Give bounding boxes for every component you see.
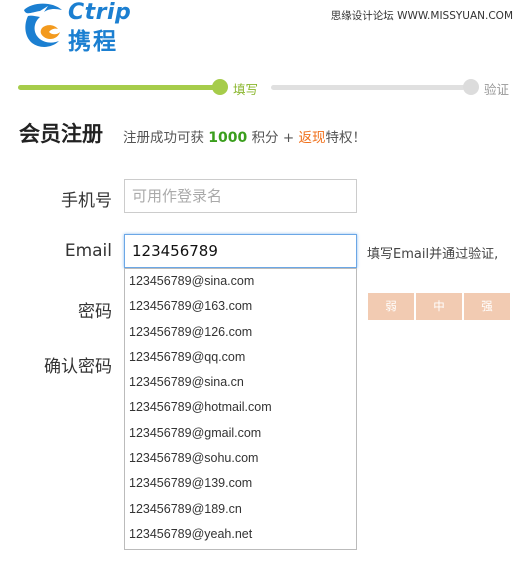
email-suggestion-item[interactable]: 123456789@yeah.net: [125, 522, 356, 547]
benefit-cashback-link[interactable]: 返现: [298, 130, 325, 146]
email-hint: 填写Email并通过验证,: [367, 247, 499, 262]
email-suggestion-item[interactable]: 123456789@sina.com: [125, 269, 356, 294]
benefit-points: 1000: [208, 130, 248, 146]
phone-label: 手机号: [61, 191, 112, 211]
step-marker-fill: [212, 79, 228, 95]
brand-name-cn: 携程: [68, 29, 118, 55]
strength-strong: 强: [464, 293, 510, 320]
benefit-suffix: 特权！: [325, 130, 366, 146]
page-title: 会员注册: [19, 122, 103, 146]
step-marker-verify: [463, 79, 479, 95]
email-suggestion-item[interactable]: 123456789@163.com: [125, 294, 356, 319]
confirm-password-label: 确认密码: [44, 357, 112, 377]
progress-bar-pending: [271, 85, 465, 90]
email-suggestion-item[interactable]: 123456789@hotmail.com: [125, 395, 356, 420]
watermark: 思缘设计论坛 WWW.MISSYUAN.COM: [330, 10, 513, 22]
registration-benefit-text: 注册成功可获 1000 积分 + 返现特权！: [123, 126, 366, 146]
dolphin-logo-icon: [24, 3, 62, 47]
step-label-fill: 填写: [233, 82, 259, 97]
benefit-mid: 积分 +: [251, 130, 295, 146]
email-suggestion-item[interactable]: 123456789@126.com: [125, 320, 356, 345]
email-suggestion-item[interactable]: 123456789@sohu.com: [125, 446, 356, 471]
benefit-prefix: 注册成功可获: [123, 130, 204, 146]
strength-weak: 弱: [368, 293, 414, 320]
phone-input[interactable]: 可用作登录名: [124, 179, 357, 213]
email-suggestion-item[interactable]: 123456789@gmail.com: [125, 421, 356, 446]
ctrip-logo[interactable]: Ctrip 携程: [18, 0, 148, 55]
email-suggestion-item[interactable]: 123456789@qq.com: [125, 345, 356, 370]
email-label: Email: [64, 241, 112, 261]
email-suggestion-item[interactable]: 123456789@sina.cn: [125, 370, 356, 395]
email-suggestion-item[interactable]: 123456789@189.cn: [125, 497, 356, 522]
password-label: 密码: [78, 302, 112, 322]
email-input[interactable]: 123456789: [124, 234, 357, 268]
email-suggestions-dropdown: 123456789@sina.com 123456789@163.com 123…: [124, 268, 357, 550]
strength-medium: 中: [416, 293, 462, 320]
step-label-verify: 验证: [484, 82, 510, 97]
progress-bar-completed: [18, 85, 220, 90]
email-suggestion-item[interactable]: 123456789@139.com: [125, 471, 356, 496]
